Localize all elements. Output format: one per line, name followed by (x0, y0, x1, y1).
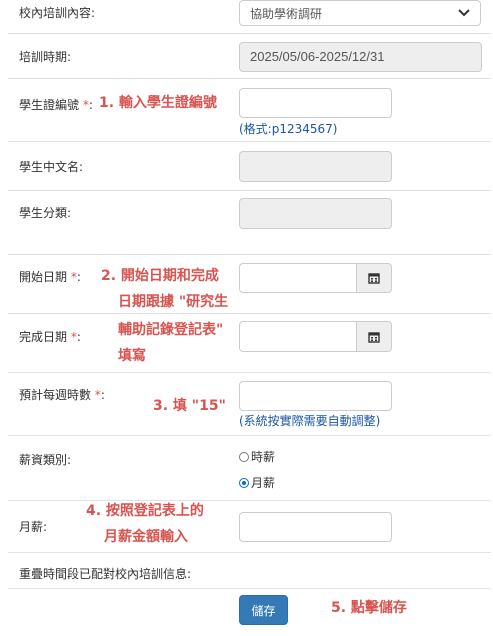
row-divider (8, 500, 491, 501)
salary-type-hourly-option[interactable]: 時薪 (239, 448, 275, 465)
annotation-step-3: 3. 填 "15" (153, 398, 226, 414)
row-divider (8, 78, 491, 79)
annotation-step-2-line3: 輔助記錄登記表" (118, 322, 224, 338)
end-date-input[interactable] (239, 321, 357, 352)
row-divider (8, 190, 491, 191)
start-date-label: 開始日期 *: (19, 268, 81, 285)
hourly-radio-label: 時薪 (251, 450, 276, 464)
label-colon: : (88, 98, 93, 112)
annotation-step-5: 5. 點擊儲存 (331, 600, 407, 616)
row-divider (8, 33, 491, 34)
calendar-icon (368, 273, 380, 284)
label-colon: : (100, 388, 105, 402)
row-divider (8, 588, 491, 589)
calendar-icon (368, 331, 380, 343)
end-date-calendar-button[interactable] (357, 321, 392, 352)
student-id-input[interactable] (239, 88, 392, 118)
save-button[interactable]: 儲存 (239, 595, 288, 625)
annotation-step-4-line1: 4. 按照登記表上的 (86, 503, 204, 519)
annotation-step-2-line1: 2. 開始日期和完成 (101, 268, 219, 284)
chinese-name-label: 學生中文名: (19, 160, 84, 174)
monthly-salary-label: 月薪: (19, 520, 48, 534)
student-id-help: (格式:p1234567) (239, 122, 338, 136)
row-divider (8, 372, 491, 373)
training-period-field: 2025/05/06-2025/12/31 (239, 42, 482, 72)
training-content-value: 協助學術調研 (250, 6, 323, 21)
chevron-down-icon (458, 9, 470, 17)
row-divider (8, 254, 491, 255)
salary-type-label: 薪資類別: (19, 453, 72, 467)
training-content-label: 校內培訓內容: (19, 6, 96, 20)
monthly-salary-input[interactable] (239, 512, 392, 542)
chinese-name-field (239, 151, 392, 182)
overlap-info-label: 重疊時間段已配對校內培訓信息: (19, 567, 192, 581)
end-date-label-text: 完成日期 (19, 330, 68, 344)
monthly-radio[interactable] (239, 477, 249, 488)
annotation-step-1: 1. 輸入學生證編號 (99, 95, 217, 111)
student-id-label-text: 學生證編號 (19, 98, 80, 112)
label-colon: : (76, 330, 81, 344)
annotation-step-4-line2: 月薪金額輸入 (104, 529, 188, 545)
row-divider (8, 141, 491, 142)
training-period-label: 培訓時期: (19, 50, 72, 64)
training-content-select[interactable]: 協助學術調研 (239, 0, 481, 26)
label-colon: : (76, 270, 81, 284)
weekly-hours-input[interactable] (239, 381, 392, 411)
start-date-input[interactable] (239, 263, 357, 293)
monthly-radio-label: 月薪 (251, 476, 276, 490)
annotation-step-2-line4: 填寫 (118, 348, 146, 364)
classification-label: 學生分類: (19, 206, 72, 220)
classification-field (239, 198, 392, 229)
weekly-hours-help: (系統按實際需要自動調整) (239, 414, 381, 428)
salary-type-monthly-option[interactable]: 月薪 (239, 474, 275, 491)
weekly-hours-label: 預計每週時數 *: (19, 386, 105, 403)
hourly-radio[interactable] (239, 451, 249, 462)
end-date-label: 完成日期 *: (19, 328, 81, 345)
row-divider (8, 552, 491, 553)
row-divider (8, 313, 491, 314)
annotation-step-2-line2: 日期跟據 "研究生 (118, 294, 229, 310)
student-id-label: 學生證編號 *: (19, 96, 93, 113)
row-divider (8, 435, 491, 436)
start-date-calendar-button[interactable] (357, 263, 392, 293)
start-date-label-text: 開始日期 (19, 270, 68, 284)
weekly-hours-label-text: 預計每週時數 (19, 388, 92, 402)
